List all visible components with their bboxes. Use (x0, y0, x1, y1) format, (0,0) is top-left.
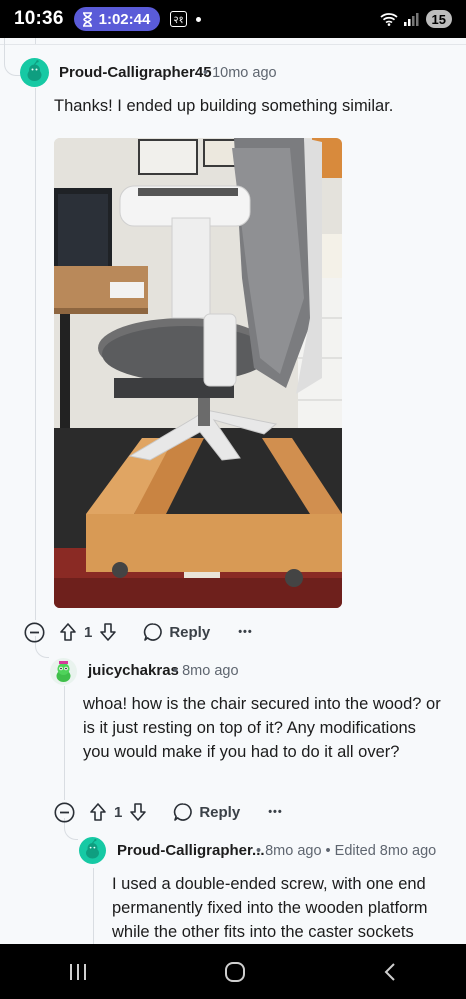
back-icon (384, 962, 395, 981)
timer-text: 1:02:44 (98, 10, 151, 28)
more-options-button[interactable]: ••• (268, 806, 283, 818)
collapse-button[interactable] (54, 802, 75, 823)
downvote-icon (100, 623, 117, 641)
chair-photo (54, 138, 342, 608)
avatar[interactable] (20, 58, 49, 87)
vote-count: 1 (114, 803, 123, 821)
status-bar: 10:36 1:02:44 २१ 15 (0, 0, 466, 38)
thread-line (93, 868, 94, 944)
thread-line (64, 686, 65, 800)
upvote-icon (90, 803, 106, 821)
comment-body: I used a double-ended screw, with one en… (112, 875, 428, 941)
battery-icon: 15 (425, 10, 452, 28)
snoo-icon (27, 60, 42, 81)
comment-body: whoa! how is the chair secured into the … (83, 695, 441, 761)
username[interactable]: Proud-Calligrapher... (117, 842, 265, 859)
collapse-icon (24, 622, 45, 642)
status-time: 10:36 (14, 8, 64, 29)
reply-button[interactable]: Reply (143, 622, 210, 642)
comment-timestamp: • 8mo ago • Edited 8mo ago (256, 843, 437, 859)
upvote-button[interactable] (89, 802, 107, 822)
reply-label: Reply (169, 623, 211, 641)
comment-actions: 1 Reply ••• (24, 620, 253, 644)
comment-timestamp: • 8mo ago (173, 663, 239, 679)
avatar[interactable] (79, 837, 106, 864)
vote-count: 1 (84, 623, 93, 641)
downvote-icon (130, 803, 147, 821)
comment-thread: Proud-Calligrapher45 • 10mo ago Thanks! … (0, 38, 466, 944)
username[interactable]: Proud-Calligrapher45 (59, 64, 212, 81)
divider (0, 44, 466, 45)
thread-line (35, 88, 36, 620)
signal-icon (403, 13, 419, 26)
snoo-icon (56, 661, 71, 682)
upvote-icon (60, 623, 76, 641)
home-icon (225, 961, 245, 982)
recent-apps-icon (70, 963, 86, 980)
dot-icon (195, 16, 201, 22)
reply-button[interactable]: Reply (173, 802, 240, 822)
upvote-button[interactable] (59, 622, 77, 642)
notification-icon: २१ (170, 11, 187, 27)
home-button[interactable] (224, 961, 246, 983)
thread-line (35, 38, 36, 44)
comment-image[interactable] (54, 138, 342, 608)
back-button[interactable] (382, 962, 398, 982)
reply-icon (174, 803, 193, 821)
comment-actions: 1 Reply ••• (54, 800, 283, 824)
comment-timestamp: • 10mo ago (203, 65, 277, 81)
downvote-button[interactable] (129, 802, 147, 822)
comment-body: Thanks! I ended up building something si… (54, 97, 394, 115)
reply-icon (144, 623, 163, 641)
username[interactable]: juicychakras (88, 662, 179, 679)
timer-pill: 1:02:44 (73, 7, 161, 31)
avatar[interactable] (50, 658, 77, 685)
reply-label: Reply (199, 803, 241, 821)
hourglass-icon (82, 11, 92, 27)
collapse-button[interactable] (24, 622, 45, 643)
more-options-button[interactable]: ••• (238, 626, 253, 638)
system-navigation-bar (0, 944, 466, 999)
wifi-icon (379, 13, 398, 26)
recent-apps-button[interactable] (68, 963, 88, 981)
snoo-icon (86, 838, 99, 859)
collapse-icon (54, 802, 75, 822)
downvote-button[interactable] (99, 622, 117, 642)
thread-curve (4, 38, 20, 76)
